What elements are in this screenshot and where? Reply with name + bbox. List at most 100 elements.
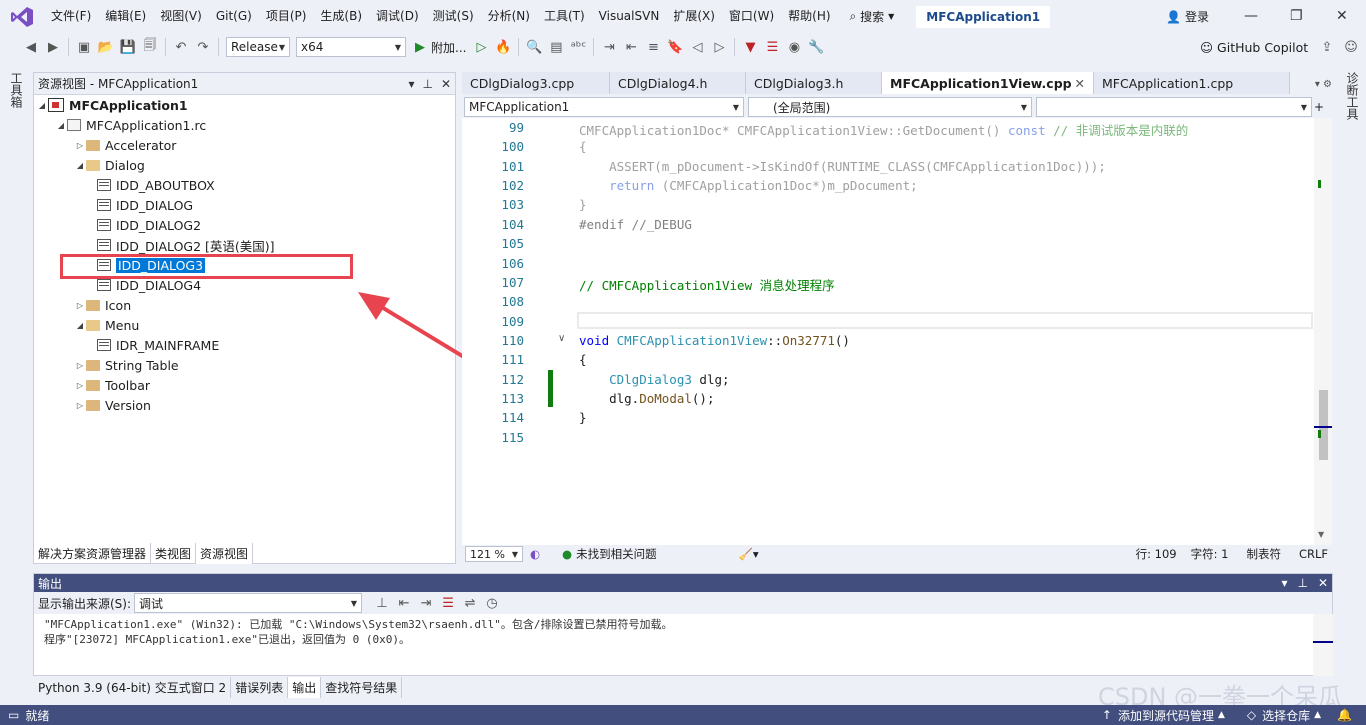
- diagnostic-tools-tab[interactable]: 诊断工具: [1344, 72, 1361, 120]
- restore-icon[interactable]: ❐: [1290, 8, 1303, 24]
- collapse-icon[interactable]: ◢: [55, 121, 67, 130]
- record-icon[interactable]: ◉: [785, 38, 803, 56]
- collapse-icon[interactable]: ◢: [36, 101, 48, 110]
- tab-mfcapplication1-cpp[interactable]: MFCApplication1.cpp: [1094, 72, 1290, 94]
- tab-class-view[interactable]: 类视图: [151, 543, 197, 564]
- tab-mfcapplication1view-cpp[interactable]: MFCApplication1View.cpp ✕: [882, 72, 1094, 94]
- clear-all-icon[interactable]: ☰: [439, 594, 457, 612]
- bookmark-icon[interactable]: 🔖: [666, 38, 684, 56]
- nav-project-select[interactable]: MFCApplication1 ▼: [464, 97, 744, 117]
- menu-help[interactable]: 帮助(H): [781, 0, 837, 33]
- menu-visualsvn[interactable]: VisualSVN: [592, 0, 667, 33]
- tab-cdlgdialog4-h[interactable]: CDlgDialog4.h: [610, 72, 746, 94]
- timestamp-icon[interactable]: ◷: [483, 594, 501, 612]
- tree-item-string-table[interactable]: ▷ String Table: [74, 355, 179, 375]
- play-icon[interactable]: ▶: [411, 38, 429, 56]
- new-project-icon[interactable]: ▣: [75, 38, 93, 56]
- menu-project[interactable]: 项目(P): [259, 0, 314, 33]
- menu-tools[interactable]: 工具(T): [537, 0, 592, 33]
- vertical-scrollbar[interactable]: ▼: [1314, 118, 1332, 545]
- menu-edit[interactable]: 编辑(E): [98, 0, 153, 33]
- scrollbar-thumb[interactable]: [1319, 390, 1328, 460]
- next-bookmark-icon[interactable]: ▷: [710, 38, 728, 56]
- open-folder-icon[interactable]: 📂: [97, 38, 115, 56]
- dropdown-icon[interactable]: ▾: [1281, 576, 1287, 590]
- tab-cdlgdialog3-cpp[interactable]: CDlgDialog3.cpp: [462, 72, 610, 94]
- menu-view[interactable]: 视图(V): [153, 0, 209, 33]
- zoom-select[interactable]: 121 % ▼: [465, 546, 523, 562]
- expand-icon[interactable]: ▷: [74, 381, 86, 390]
- config-select[interactable]: Release ▼: [226, 37, 290, 57]
- tree-item-idd-dialog2[interactable]: IDD_DIALOG2: [97, 215, 201, 235]
- back-icon[interactable]: ◀: [22, 38, 40, 56]
- minimize-icon[interactable]: —: [1244, 8, 1258, 24]
- find-in-files-icon[interactable]: 🔍: [525, 38, 543, 56]
- eol-indicator[interactable]: CRLF: [1299, 547, 1328, 561]
- expand-icon[interactable]: ▷: [74, 401, 86, 410]
- next-message-icon[interactable]: ⇥: [417, 594, 435, 612]
- tabs-indicator[interactable]: 制表符: [1246, 546, 1281, 562]
- hot-reload-icon[interactable]: 🔥: [494, 38, 512, 56]
- indent-icon[interactable]: ⇥: [600, 38, 618, 56]
- step-icon[interactable]: ☰: [763, 38, 781, 56]
- copilot-button[interactable]: ☺ GitHub Copilot: [1200, 40, 1308, 55]
- tab-list-icon[interactable]: ▾ ⚙: [1315, 72, 1332, 96]
- menu-window[interactable]: 窗口(W): [722, 0, 781, 33]
- tab-find-symbol-results[interactable]: 查找符号结果: [321, 677, 403, 698]
- tab-output[interactable]: 输出: [288, 677, 322, 698]
- login-button[interactable]: 👤 登录: [1166, 8, 1209, 25]
- close-icon[interactable]: ✕: [1336, 8, 1348, 24]
- collapse-icon[interactable]: ◢: [74, 321, 86, 330]
- menu-file[interactable]: 文件(F): [44, 0, 98, 33]
- dropdown-icon[interactable]: ▾: [408, 77, 414, 91]
- tree-item-project[interactable]: ◢ MFCApplication1: [36, 95, 188, 115]
- output-source-select[interactable]: 调试 ▼: [134, 593, 363, 613]
- tab-python-interactive[interactable]: Python 3.9 (64-bit) 交互式窗口 2: [34, 677, 232, 698]
- code-editor[interactable]: 99 100 101 102 103 104 105 106 107 108 1…: [462, 118, 1332, 545]
- split-icon[interactable]: +: [1314, 100, 1324, 114]
- save-all-icon[interactable]: 🗐: [141, 38, 159, 56]
- pin-icon[interactable]: ⊥: [1297, 576, 1307, 590]
- menu-extensions[interactable]: 扩展(X): [666, 0, 722, 33]
- platform-select[interactable]: x64 ▼: [296, 37, 406, 57]
- word-wrap-icon[interactable]: ⇌: [461, 594, 479, 612]
- menu-analyze[interactable]: 分析(N): [481, 0, 537, 33]
- nav-member-select[interactable]: ▼: [1036, 97, 1312, 117]
- feedback-icon[interactable]: ☺: [1342, 38, 1360, 56]
- close-icon[interactable]: ✕: [1318, 576, 1328, 590]
- intellicode-icon[interactable]: ◐: [530, 547, 540, 561]
- tree-item-idd-dialog[interactable]: IDD_DIALOG: [97, 195, 193, 215]
- find-message-icon[interactable]: ⊥: [373, 594, 391, 612]
- prev-bookmark-icon[interactable]: ◁: [688, 38, 706, 56]
- output-scrollbar[interactable]: [1313, 614, 1333, 676]
- close-icon[interactable]: ✕: [1075, 76, 1085, 91]
- attach-button[interactable]: 附加...: [431, 39, 466, 56]
- save-icon[interactable]: 💾: [119, 38, 137, 56]
- scroll-down-icon[interactable]: ▼: [1318, 530, 1324, 539]
- source-control-button[interactable]: 添加到源代码管理: [1118, 707, 1214, 724]
- breakpoint-icon[interactable]: ▼: [741, 38, 759, 56]
- fold-icon[interactable]: ∨: [558, 333, 565, 344]
- notification-icon[interactable]: 🔔: [1337, 708, 1352, 722]
- tree-item-idd-aboutbox[interactable]: IDD_ABOUTBOX: [97, 175, 215, 195]
- menu-git[interactable]: Git(G): [209, 0, 259, 33]
- run-without-debug-icon[interactable]: ▷: [472, 38, 490, 56]
- tree-item-idd-dialog2-en[interactable]: IDD_DIALOG2 [英语(美国)]: [97, 235, 275, 255]
- collapse-icon[interactable]: ◢: [74, 161, 86, 170]
- col-indicator[interactable]: 字符: 1: [1191, 546, 1229, 562]
- menu-test[interactable]: 测试(S): [426, 0, 481, 33]
- expand-icon[interactable]: ▷: [74, 361, 86, 370]
- wrench-icon[interactable]: 🔧: [807, 38, 825, 56]
- tree-item-idr-mainframe[interactable]: IDR_MAINFRAME: [97, 335, 219, 355]
- nav-scope-select[interactable]: (全局范围) ▼: [748, 97, 1032, 117]
- tree-item-icon[interactable]: ▷ Icon: [74, 295, 131, 315]
- expand-icon[interactable]: ▷: [74, 301, 86, 310]
- undo-icon[interactable]: ↶: [172, 38, 190, 56]
- expand-icon[interactable]: ▷: [74, 141, 86, 150]
- window-layout-icon[interactable]: ▤: [547, 38, 565, 56]
- close-icon[interactable]: ✕: [441, 77, 451, 91]
- prev-message-icon[interactable]: ⇤: [395, 594, 413, 612]
- tree-item-rc[interactable]: ◢ MFCApplication1.rc: [55, 115, 206, 135]
- repo-button[interactable]: 选择仓库: [1262, 707, 1310, 724]
- tab-resource-view[interactable]: 资源视图: [196, 543, 254, 564]
